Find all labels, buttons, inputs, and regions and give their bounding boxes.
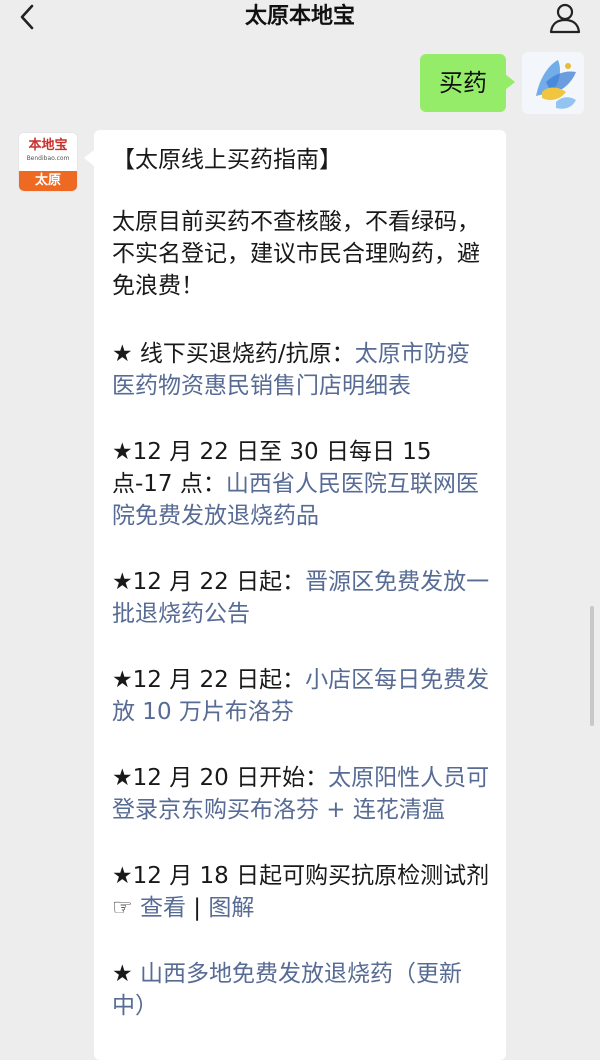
link-view[interactable]: 查看 (140, 895, 186, 921)
list-item: ★ 线下买退烧药/抗原：太原市防疫医药物资惠民销售门店明细表 (112, 338, 492, 402)
chat-area[interactable]: 买药 本地宝 Bendibao.com 太原 【太原线上买药指南】 太原目前买药… (0, 36, 600, 1060)
list-item: ★ 山西多地免费发放退烧药（更新中） (112, 958, 492, 1022)
list-item: ★12 月 22 日起：小店区每日免费发放 10 万片布洛芬 (112, 664, 492, 728)
list-item: ★12 月 20 日开始：太原阳性人员可登录京东购买布洛芬 + 连花清瘟 (112, 762, 492, 826)
link-shanxi-free-medicine[interactable]: 山西多地免费发放退烧药（更新中） (112, 961, 462, 1019)
outgoing-message[interactable]: 买药 (420, 54, 506, 112)
incoming-message[interactable]: 【太原线上买药指南】 太原目前买药不查核酸，不看绿码，不实名登记，建议市民合理购… (94, 130, 506, 1060)
logo-url: Bendibao.com (26, 155, 70, 162)
message-intro: 太原目前买药不查核酸，不看绿码，不实名登记，建议市民合理购药，避免浪费！ (112, 209, 480, 299)
logo-name: 本地宝 (28, 138, 68, 153)
link-diagram[interactable]: 图解 (208, 895, 254, 921)
list-item-prefix: ★12 月 20 日开始： (112, 765, 329, 791)
list-item-prefix: ★ (112, 961, 140, 987)
page-title: 太原本地宝 (244, 4, 355, 29)
user-avatar[interactable] (522, 52, 584, 114)
logo-city: 太原 (19, 171, 77, 191)
list-item-prefix: ★12 月 22 日起： (112, 667, 306, 693)
outgoing-bubble-tail (505, 74, 515, 90)
link-separator: | (185, 895, 209, 921)
list-item: ★12 月 22 日起：晋源区免费发放一批退烧药公告 (112, 566, 492, 630)
list-item-prefix: ★12 月 22 日起： (112, 569, 306, 595)
official-account-avatar[interactable]: 本地宝 Bendibao.com 太原 (18, 132, 78, 192)
person-icon (549, 3, 581, 34)
scrollbar-thumb[interactable] (590, 606, 594, 726)
navigation-bar: 太原本地宝 (0, 0, 600, 36)
list-item: ★12 月 22 日至 30 日每日 15 点-17 点：山西省人民医院互联网医… (112, 436, 492, 532)
user-avatar-image (522, 52, 584, 114)
list-item: ★12 月 18 日起可购买抗原检测试剂 ☞ 查看 | 图解 (112, 860, 492, 924)
incoming-bubble-tail (84, 150, 94, 166)
profile-button[interactable] (548, 2, 582, 34)
message-title: 【太原线上买药指南】 (112, 147, 342, 173)
list-item-prefix: ★ 线下买退烧药/抗原： (112, 341, 355, 367)
